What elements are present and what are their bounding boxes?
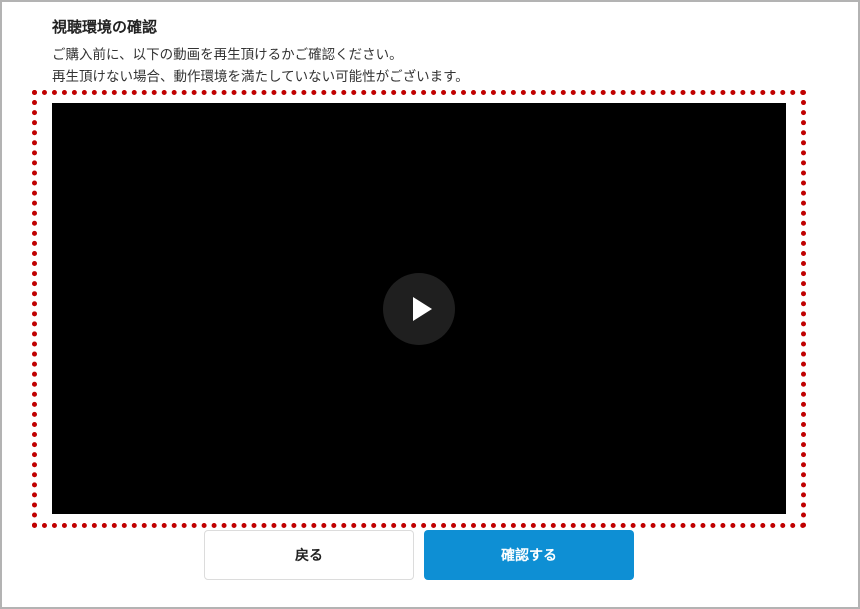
play-button[interactable]: [383, 273, 455, 345]
confirm-button[interactable]: 確認する: [424, 530, 634, 580]
video-player[interactable]: [52, 103, 786, 514]
play-icon: [413, 297, 432, 321]
dialog-frame: 視聴環境の確認 ご購入前に、以下の動画を再生頂けるかご確認ください。 再生頂けな…: [0, 0, 860, 609]
description-line-1: ご購入前に、以下の動画を再生頂けるかご確認ください。: [52, 47, 403, 63]
section-title: 視聴環境の確認: [52, 18, 158, 36]
description-line-2: 再生頂けない場合、動作環境を満たしていない可能性がございます。: [52, 69, 469, 85]
back-button[interactable]: 戻る: [204, 530, 414, 580]
